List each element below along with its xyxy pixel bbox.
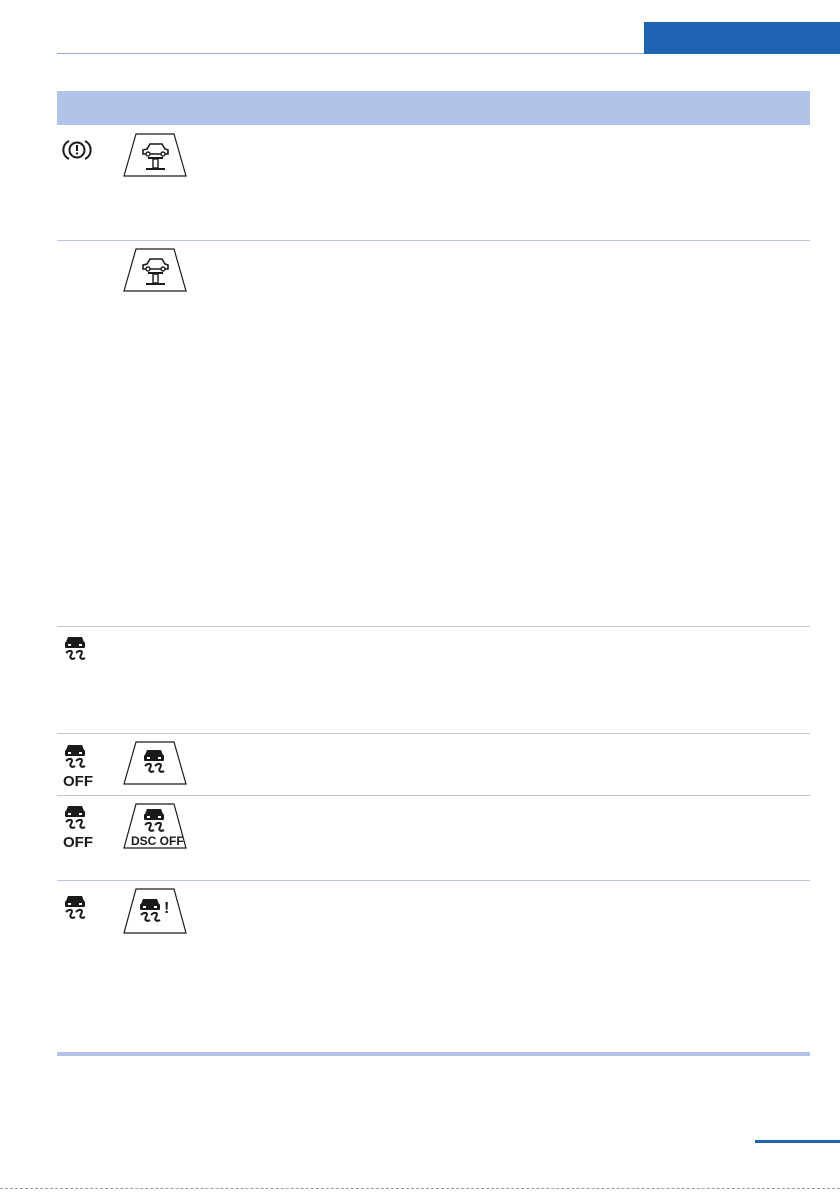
dsc-fault-display-icon: ! [122,887,188,935]
dsc-icon [63,634,91,666]
dsc-display-icon [122,740,188,786]
off-label: OFF [63,834,93,849]
page-cut-line [0,1188,840,1189]
dsc-off-icon: OFF [63,742,93,788]
dsc-off-display-icon: DSC OFF [122,802,188,850]
header-rule [57,53,644,54]
off-label: OFF [63,773,93,788]
table-header [57,91,810,125]
row-divider [57,795,810,796]
fault-mark: ! [164,900,169,917]
row-divider [57,733,810,734]
vehicle-lift-display-icon [122,247,188,293]
row-divider [57,240,810,241]
row-divider [57,880,810,881]
page-number-rule [755,1140,840,1143]
row-divider [57,626,810,627]
brake-warning-icon [62,138,92,162]
dsc-off-icon: OFF [63,803,93,849]
section-tab [644,22,840,54]
dsc-off-label: DSC OFF [131,834,184,848]
dsc-icon [63,893,91,925]
vehicle-lift-display-icon [122,132,188,178]
table-bottom-rule [57,1052,810,1056]
